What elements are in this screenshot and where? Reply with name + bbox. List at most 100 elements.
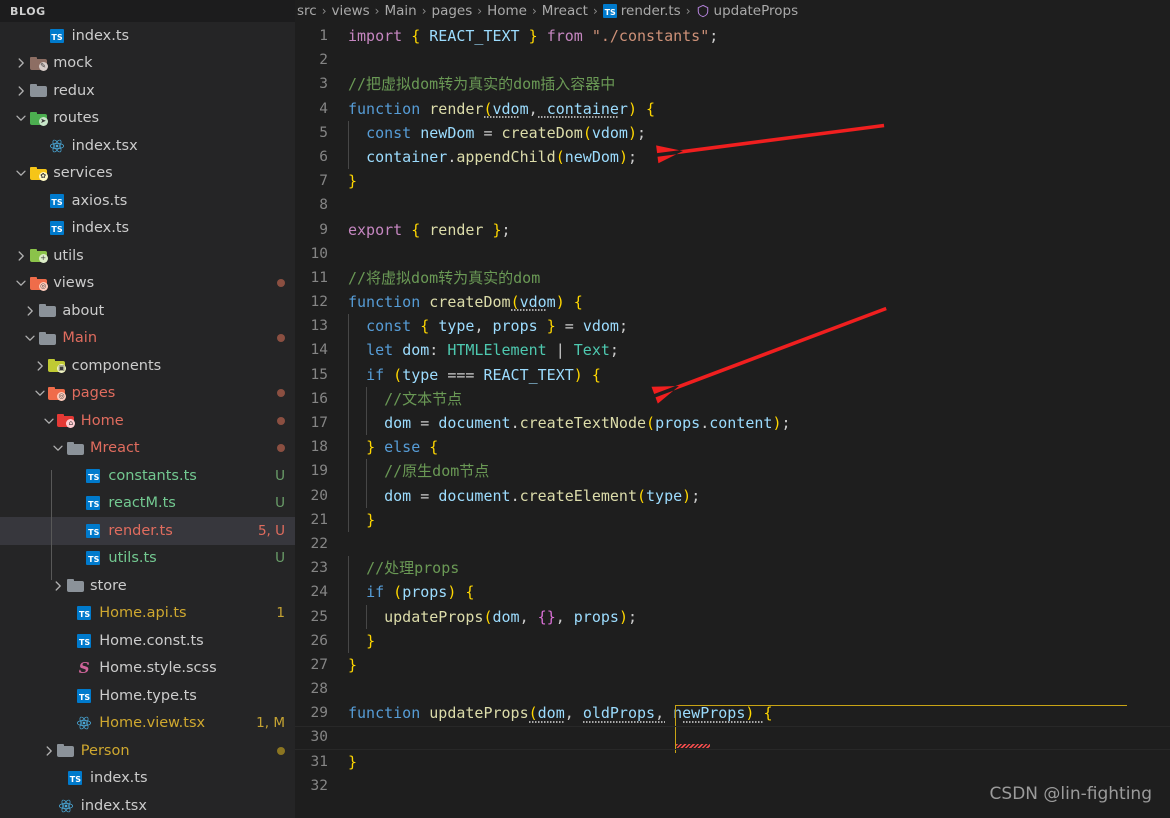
breadcrumb-item[interactable]: TS render.ts (602, 3, 681, 19)
code-line[interactable]: 3 //把虚拟dom转为真实的dom插入容器中 (295, 72, 1170, 96)
file-tree-row[interactable]: ➤ routes (0, 105, 295, 133)
file-tree-row[interactable]: store (0, 572, 295, 600)
explorer-sidebar[interactable]: BLOG TS index.ts ✎ mock redux ➤ routes index.ts… (0, 0, 295, 818)
chevron-down-icon[interactable] (32, 385, 48, 401)
tree-twistie[interactable] (13, 248, 29, 264)
file-tree-row[interactable]: Main (0, 325, 295, 353)
code-line[interactable]: 9 export { render }; (295, 218, 1170, 242)
tree-twistie[interactable] (13, 83, 29, 99)
breadcrumb[interactable]: src › views › Main › pages › Home › Mreact › TS rende… (295, 0, 1170, 22)
code-line[interactable]: 7} (295, 169, 1170, 193)
file-tree-row[interactable]: ▣ components (0, 352, 295, 380)
chevron-down-icon[interactable] (13, 275, 29, 291)
file-tree-row[interactable]: ✿ services (0, 160, 295, 188)
tree-twistie[interactable] (13, 55, 29, 71)
code-line[interactable]: 28 (295, 677, 1170, 701)
tree-twistie[interactable] (50, 578, 66, 594)
file-tree-row[interactable]: TS constants.ts U (0, 462, 295, 490)
code-line[interactable]: 4 function render(vdom, container) { (295, 97, 1170, 121)
code-line[interactable]: 18 } else { (295, 435, 1170, 460)
code-line[interactable]: 14 let dom: HTMLElement | Text; (295, 338, 1170, 363)
tree-twistie[interactable] (13, 110, 29, 126)
file-tree-row[interactable]: TS Home.api.ts 1 (0, 600, 295, 628)
code-line[interactable]: 20 dom = document.createElement(type); (295, 483, 1170, 508)
chevron-down-icon[interactable] (41, 413, 57, 429)
file-tree-row[interactable]: TS render.ts 5, U (0, 517, 295, 545)
chevron-down-icon[interactable] (50, 440, 66, 456)
code-line[interactable]: 31} (295, 750, 1170, 774)
file-tree-row[interactable]: ⌂ Home (0, 407, 295, 435)
code-line[interactable]: 22 (295, 532, 1170, 556)
tree-twistie[interactable] (13, 165, 29, 181)
file-tree-row[interactable]: S Home.style.scss (0, 655, 295, 683)
file-tree-row[interactable]: Mreact (0, 435, 295, 463)
chevron-right-icon[interactable] (13, 55, 29, 71)
code-line[interactable]: 16 //文本节点 (295, 386, 1170, 411)
file-tree-row[interactable]: ◎ pages (0, 380, 295, 408)
code-content[interactable]: 1 import { REACT_TEXT } from "./constants… (295, 22, 1170, 798)
file-tree-row[interactable]: ◎ views (0, 270, 295, 298)
chevron-down-icon[interactable] (22, 330, 38, 346)
chevron-right-icon[interactable] (50, 578, 66, 594)
file-tree-row[interactable]: TS reactM.ts U (0, 490, 295, 518)
file-tree-row[interactable]: TS utils.ts U (0, 545, 295, 573)
code-line[interactable]: 19 //原生dom节点 (295, 459, 1170, 484)
chevron-down-icon[interactable] (13, 165, 29, 181)
code-line[interactable]: 27} (295, 653, 1170, 677)
tree-twistie[interactable] (22, 303, 38, 319)
file-tree-row[interactable]: redux (0, 77, 295, 105)
code-line[interactable]: 10 (295, 242, 1170, 266)
tree-twistie[interactable] (41, 743, 57, 759)
breadcrumb-item[interactable]: Mreact (542, 3, 588, 19)
code-line[interactable]: 8 (295, 193, 1170, 217)
breadcrumb-item[interactable]: views (332, 3, 370, 19)
tree-twistie[interactable] (32, 358, 48, 374)
file-tree[interactable]: TS index.ts ✎ mock redux ➤ routes index.tsx ✿ ser… (0, 22, 295, 818)
breadcrumb-item[interactable]: Main (384, 3, 416, 19)
code-line[interactable]: 5 const newDom = createDom(vdom); (295, 120, 1170, 145)
tree-twistie[interactable] (13, 275, 29, 291)
code-line[interactable]: 21 } (295, 507, 1170, 532)
code-line[interactable]: 15 if (type === REACT_TEXT) { (295, 362, 1170, 387)
file-tree-row[interactable]: Person (0, 737, 295, 765)
code-editor[interactable]: src › views › Main › pages › Home › Mreact › TS rende… (295, 0, 1170, 818)
breadcrumb-item[interactable]: Home (487, 3, 527, 19)
code-line[interactable]: 26 } (295, 628, 1170, 653)
file-tree-row[interactable]: TS index.ts (0, 765, 295, 793)
chevron-right-icon[interactable] (32, 358, 48, 374)
breadcrumb-item[interactable]: src (297, 3, 317, 19)
chevron-right-icon[interactable] (13, 83, 29, 99)
chevron-down-icon[interactable] (13, 110, 29, 126)
code-line[interactable]: 17 dom = document.createTextNode(props.c… (295, 411, 1170, 436)
code-line[interactable]: 6 container.appendChild(newDom); (295, 144, 1170, 170)
chevron-right-icon[interactable] (13, 248, 29, 264)
breadcrumb-item[interactable]: updateProps (696, 3, 798, 19)
tree-twistie[interactable] (50, 440, 66, 456)
chevron-right-icon[interactable] (22, 303, 38, 319)
file-tree-row[interactable]: TS Home.const.ts (0, 627, 295, 655)
code-line[interactable]: 30 (295, 725, 1170, 749)
breadcrumb-item[interactable]: pages (432, 3, 473, 19)
file-tree-row[interactable]: index.tsx (0, 132, 295, 160)
file-tree-row[interactable]: TS axios.ts (0, 187, 295, 215)
code-line[interactable]: 24 if (props) { (295, 580, 1170, 605)
file-tree-row[interactable]: about (0, 297, 295, 325)
tree-twistie[interactable] (22, 330, 38, 346)
chevron-right-icon[interactable] (41, 743, 57, 759)
tree-twistie[interactable] (41, 413, 57, 429)
code-line[interactable]: 11 //将虚拟dom转为真实的dom (295, 266, 1170, 290)
code-line[interactable]: 2 (295, 48, 1170, 72)
code-line[interactable]: 23 //处理props (295, 556, 1170, 581)
code-line[interactable]: 1 import { REACT_TEXT } from "./constants… (295, 24, 1170, 48)
tree-twistie[interactable] (32, 385, 48, 401)
file-tree-row[interactable]: TS index.ts (0, 215, 295, 243)
explorer-section-header[interactable]: BLOG (0, 0, 295, 22)
file-tree-row[interactable]: Home.view.tsx 1, M (0, 710, 295, 738)
file-tree-row[interactable]: + utils (0, 242, 295, 270)
code-line[interactable]: 25 updateProps(dom, {}, props); (295, 604, 1170, 629)
file-tree-row[interactable]: ✎ mock (0, 50, 295, 78)
code-line[interactable]: 12 function createDom(vdom) { (295, 290, 1170, 314)
file-tree-row[interactable]: TS index.ts (0, 22, 295, 50)
code-line[interactable]: 13 const { type, props } = vdom; (295, 314, 1170, 339)
file-tree-row[interactable]: TS Home.type.ts (0, 682, 295, 710)
